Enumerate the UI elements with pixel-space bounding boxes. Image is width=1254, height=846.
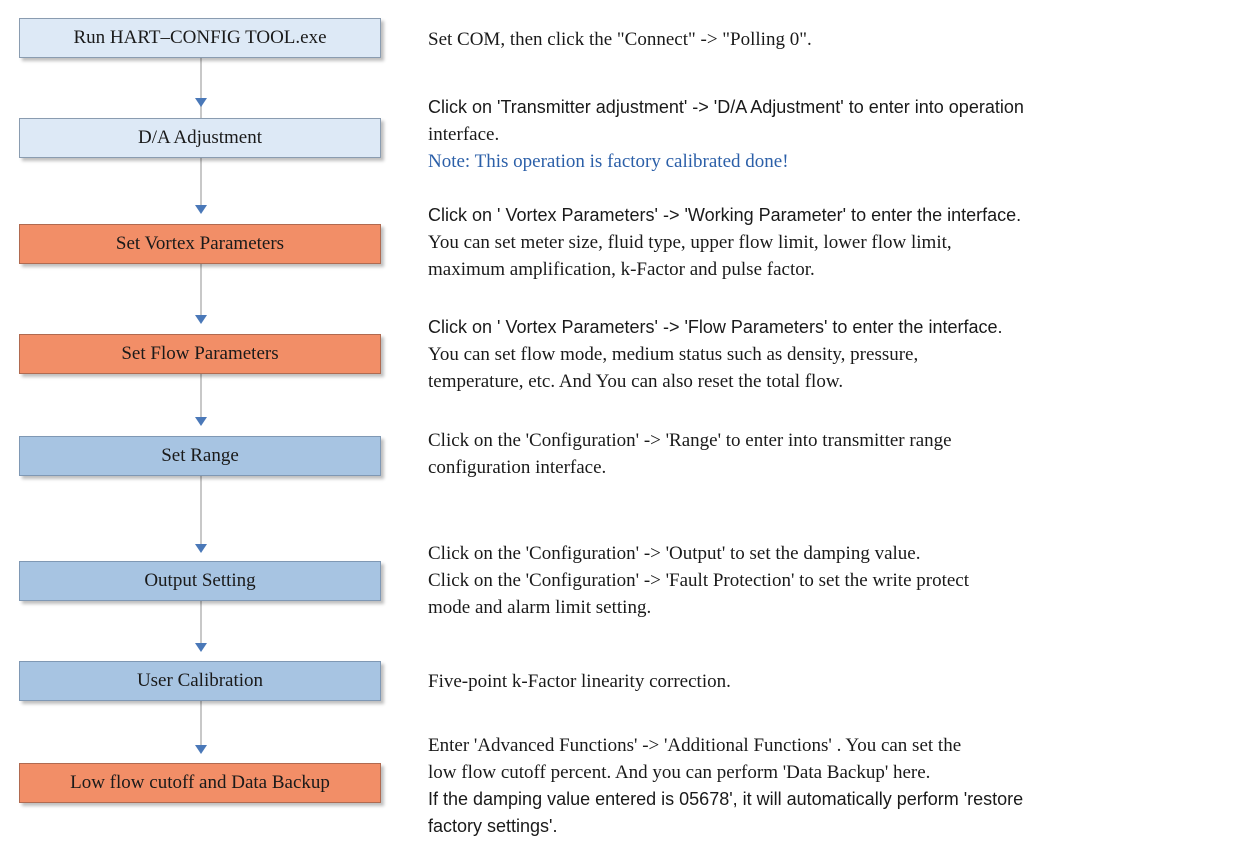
connector-line (200, 476, 202, 550)
connector-line (200, 58, 202, 120)
description-line: factory settings'. (428, 816, 558, 836)
description-line: maximum amplification, k-Factor and puls… (428, 259, 815, 280)
description-line: Click on ' Vortex Parameters' -> 'Flow P… (428, 317, 1003, 337)
connector-line (200, 264, 202, 320)
step-description-run-tool: Set COM, then click the "Connect" -> "Po… (428, 26, 1244, 53)
description-line: Click on 'Transmitter adjustment' -> 'D/… (428, 97, 1024, 117)
step-box-low-flow-backup: Low flow cutoff and Data Backup (19, 763, 381, 803)
step-description-vortex-parameters: Click on ' Vortex Parameters' -> 'Workin… (428, 202, 1244, 283)
description-line: low flow cutoff percent. And you can per… (428, 762, 931, 783)
step-description-flow-parameters: Click on ' Vortex Parameters' -> 'Flow P… (428, 314, 1244, 395)
description-line: mode and alarm limit setting. (428, 597, 652, 618)
down-arrow-icon (195, 98, 207, 107)
description-line: Click on the 'Configuration' -> 'Output'… (428, 543, 921, 564)
description-line: Set COM, then click the "Connect" -> "Po… (428, 29, 812, 50)
description-line: interface. (428, 124, 500, 145)
description-line: temperature, etc. And You can also reset… (428, 371, 844, 392)
step-box-flow-parameters: Set Flow Parameters (19, 334, 381, 374)
description-line: Enter 'Advanced Functions' -> 'Additiona… (428, 735, 962, 756)
down-arrow-icon (195, 315, 207, 324)
step-box-user-calibration: User Calibration (19, 661, 381, 701)
description-line: Click on the 'Configuration' -> 'Range' … (428, 430, 952, 451)
description-line: Five-point k-Factor linearity correction… (428, 671, 731, 692)
connector-line (200, 374, 202, 422)
step-description-da-adjustment: Click on 'Transmitter adjustment' -> 'D/… (428, 94, 1244, 175)
step-box-vortex-parameters: Set Vortex Parameters (19, 224, 381, 264)
step-box-da-adjustment: D/A Adjustment (19, 118, 381, 158)
connector-line (200, 158, 202, 210)
down-arrow-icon (195, 544, 207, 553)
step-description-low-flow-backup: Enter 'Advanced Functions' -> 'Additiona… (428, 732, 1244, 840)
down-arrow-icon (195, 417, 207, 426)
down-arrow-icon (195, 745, 207, 754)
connector-line (200, 601, 202, 649)
step-box-run-tool: Run HART–CONFIG TOOL.exe (19, 18, 381, 58)
connector-line (200, 701, 202, 751)
description-line: Click on ' Vortex Parameters' -> 'Workin… (428, 205, 1022, 225)
step-description-user-calibration: Five-point k-Factor linearity correction… (428, 668, 1244, 695)
step-description-output-setting: Click on the 'Configuration' -> 'Output'… (428, 540, 1244, 621)
step-box-output-setting: Output Setting (19, 561, 381, 601)
step-box-set-range: Set Range (19, 436, 381, 476)
step-description-set-range: Click on the 'Configuration' -> 'Range' … (428, 427, 1244, 481)
down-arrow-icon (195, 643, 207, 652)
note-text: Note: This operation is factory calibrat… (428, 151, 789, 172)
description-line: Click on the 'Configuration' -> 'Fault P… (428, 570, 969, 591)
down-arrow-icon (195, 205, 207, 214)
description-line: You can set flow mode, medium status suc… (428, 344, 919, 365)
description-line: If the damping value entered is 05678', … (428, 789, 1024, 809)
description-line: You can set meter size, fluid type, uppe… (428, 232, 952, 253)
description-line: configuration interface. (428, 457, 607, 478)
